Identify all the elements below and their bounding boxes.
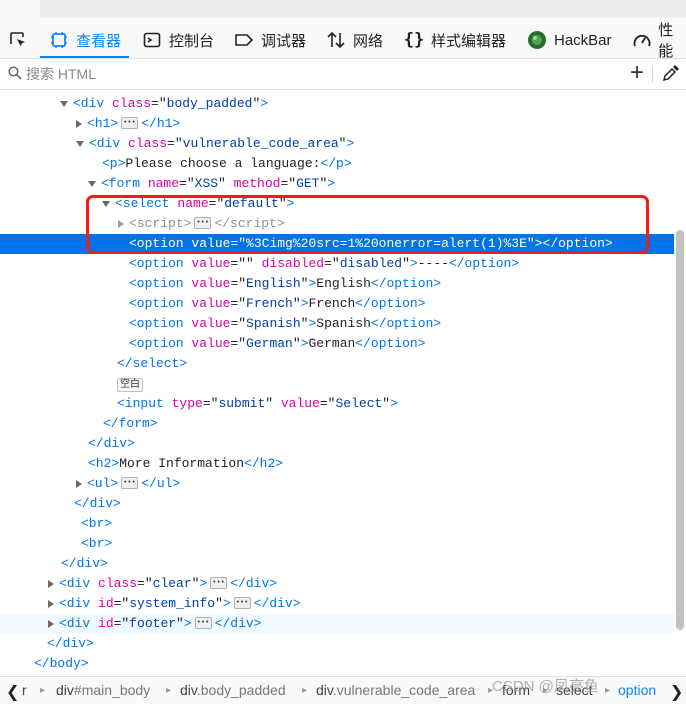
console-icon — [141, 29, 163, 51]
chevron-left-icon[interactable]: ❮ — [6, 682, 19, 702]
tree-node-option-english[interactable]: <option value="English">English</option> — [0, 274, 686, 294]
devtools-toolbar: 查看器 控制台 调试器 网络 {} 样式编辑器 HackBar 性能 — [0, 0, 686, 60]
debugger-icon — [233, 29, 255, 51]
tab-console[interactable]: 控制台 — [141, 22, 214, 58]
breadcrumb-separator-icon: ▸ — [605, 685, 611, 696]
expand-toggle[interactable] — [102, 200, 110, 207]
expand-toggle[interactable] — [76, 140, 84, 147]
tree-node-option-spanish[interactable]: <option value="Spanish">Spanish</option> — [0, 314, 686, 334]
collapsed-content-icon[interactable] — [121, 473, 139, 493]
breadcrumb-item[interactable]: div.vulnerable_code_area — [316, 682, 475, 698]
collapsed-content-icon[interactable] — [210, 573, 228, 593]
tab-debugger[interactable]: 调试器 — [233, 22, 306, 58]
collapsed-content-icon[interactable] — [121, 113, 139, 133]
breadcrumb-item[interactable]: div#main_body — [56, 682, 150, 698]
expand-toggle[interactable] — [48, 619, 54, 628]
tree-node-div-close[interactable]: </div> — [0, 554, 686, 574]
tree-node-br[interactable]: <br> — [0, 514, 686, 534]
expand-toggle[interactable] — [88, 180, 96, 187]
collapsed-content-icon[interactable] — [194, 213, 212, 233]
tree-node-ul[interactable]: <ul></ul> — [0, 473, 686, 494]
hackbar-icon — [526, 29, 548, 51]
toolbar-separator — [652, 65, 653, 83]
tab-label: 性能 — [658, 22, 674, 60]
element-picker-icon[interactable] — [4, 26, 32, 54]
expand-toggle[interactable] — [48, 599, 54, 608]
tree-node-div-vulnerable[interactable]: <div class="vulnerable_code_area"> — [0, 134, 686, 154]
breadcrumb-item-current[interactable]: option — [618, 682, 656, 698]
tab-performance[interactable]: 性能 — [632, 22, 686, 60]
tree-node-script[interactable]: <script></script> — [0, 213, 686, 234]
breadcrumb-separator-icon: ▸ — [40, 685, 46, 696]
watermark: CSDN @凤亮鱼 — [492, 678, 599, 695]
vertical-scrollbar[interactable] — [674, 90, 686, 675]
expand-toggle[interactable] — [60, 100, 68, 107]
inspector-icon — [48, 29, 70, 51]
tree-node-div-clear[interactable]: <div class="clear"></div> — [0, 573, 686, 594]
tree-node-select-close[interactable]: </select> — [0, 354, 686, 374]
tree-node-h2[interactable]: <h2>More Information</h2> — [0, 454, 686, 474]
tree-node-p[interactable]: <p>Please choose a language:</p> — [0, 154, 686, 174]
search-html-input[interactable] — [26, 63, 586, 85]
breadcrumb-item[interactable]: r — [22, 682, 27, 698]
tree-node-div-close[interactable]: </div> — [0, 494, 686, 514]
tree-node-form-close[interactable]: </form> — [0, 414, 686, 434]
expand-toggle[interactable] — [118, 219, 124, 228]
tree-node-div-close[interactable]: </div> — [0, 434, 686, 454]
markup-tree[interactable]: <div class="body_padded"> <h1></h1> <div… — [0, 90, 686, 675]
add-node-button[interactable]: + — [626, 61, 648, 85]
breadcrumb-item[interactable]: div.body_padded — [180, 682, 286, 698]
collapsed-content-icon[interactable] — [194, 613, 212, 633]
tab-style-editor[interactable]: {} 样式编辑器 — [403, 22, 506, 58]
breadcrumb-separator-icon: ▸ — [166, 685, 172, 696]
tab-label: 样式编辑器 — [431, 32, 507, 50]
tree-node-input[interactable]: <input type="submit" value="Select"> — [0, 394, 686, 414]
scrollbar-thumb[interactable] — [676, 230, 684, 630]
tree-node-option-injected[interactable]: <option value="%3Cimg%20src=1%20onerror=… — [0, 234, 686, 254]
collapsed-content-icon[interactable] — [233, 593, 251, 613]
breadcrumb-separator-icon: ▸ — [302, 685, 308, 696]
whitespace-badge[interactable]: 空白 — [117, 378, 143, 392]
expand-toggle[interactable] — [48, 579, 54, 588]
eyedropper-icon[interactable] — [662, 64, 680, 87]
tree-node-option-french[interactable]: <option value="French">French</option> — [0, 294, 686, 314]
tab-label: 控制台 — [169, 32, 215, 50]
expand-toggle[interactable] — [76, 119, 82, 128]
tree-node-div-system-info[interactable]: <div id="system_info"></div> — [0, 593, 686, 614]
tree-node-select[interactable]: <select name="default"> — [0, 194, 686, 214]
html-search-bar: + — [0, 59, 686, 90]
search-icon — [8, 66, 22, 85]
performance-icon — [632, 29, 652, 51]
tree-node-div-footer[interactable]: <div id="footer"></div> — [0, 613, 686, 634]
window-top-strip — [40, 0, 686, 18]
tab-hackbar[interactable]: HackBar — [526, 22, 612, 58]
expand-toggle[interactable] — [76, 479, 82, 488]
tree-node-br[interactable]: <br> — [0, 534, 686, 554]
tab-inspector[interactable]: 查看器 — [39, 22, 130, 58]
style-editor-icon: {} — [403, 30, 425, 50]
tree-node-option-german[interactable]: <option value="German">German</option> — [0, 334, 686, 354]
tree-node-option-disabled[interactable]: <option value="" disabled="disabled">---… — [0, 254, 686, 274]
tree-node-form[interactable]: <form name="XSS" method="GET"> — [0, 174, 686, 194]
tab-label: 查看器 — [76, 32, 122, 50]
network-icon — [325, 29, 347, 51]
tab-network[interactable]: 网络 — [325, 22, 383, 58]
tree-node-div-close[interactable]: </div> — [0, 634, 686, 654]
chevron-right-icon[interactable]: ❯ — [670, 682, 683, 702]
tab-label: 网络 — [353, 32, 384, 50]
tree-node-div-body-padded[interactable]: <div class="body_padded"> — [0, 94, 686, 114]
tree-node-h1[interactable]: <h1></h1> — [0, 113, 686, 134]
tree-node-body-close[interactable]: </body> — [0, 654, 686, 674]
tree-node-whitespace[interactable]: 空白 — [0, 374, 686, 394]
tab-label: 调试器 — [261, 32, 307, 50]
tab-label: HackBar — [554, 31, 612, 49]
